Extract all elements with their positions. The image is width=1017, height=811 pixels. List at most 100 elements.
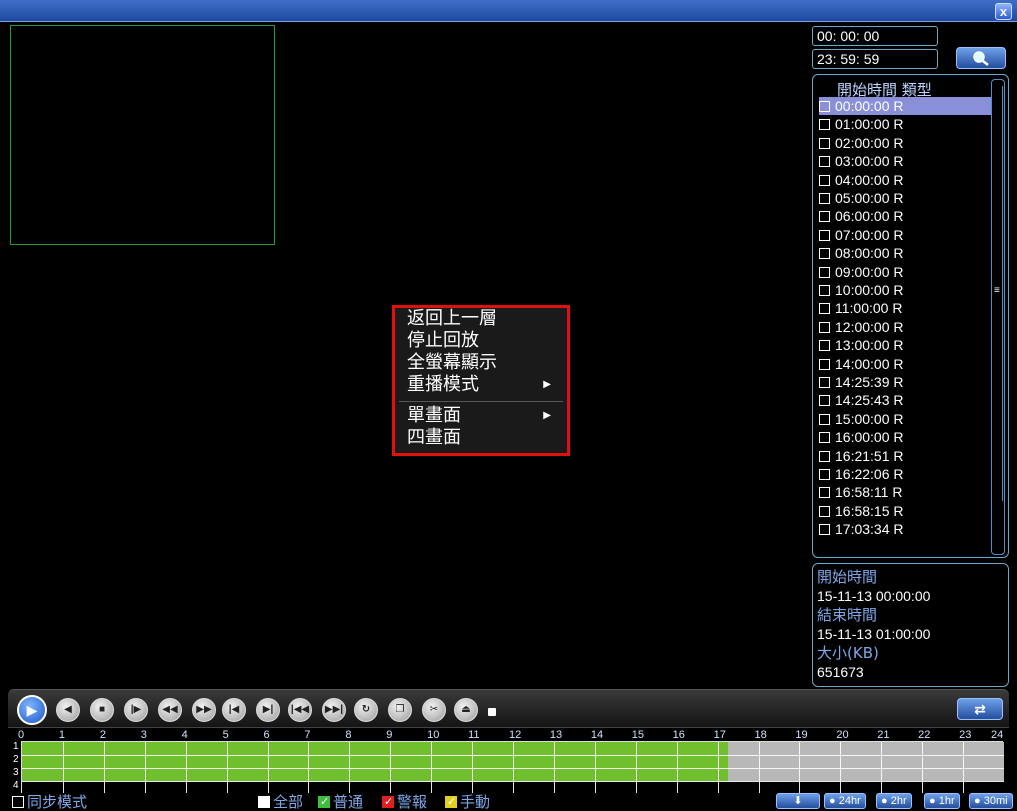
next-file-button[interactable]: ▶▶| bbox=[322, 698, 346, 722]
progress-marker[interactable] bbox=[488, 708, 496, 716]
sync-mode-checkbox[interactable]: 同步模式 bbox=[12, 793, 87, 811]
filter-all-checkbox[interactable] bbox=[258, 793, 270, 811]
end-time-input[interactable]: 23: 59: 59 bbox=[812, 49, 938, 69]
menu-item-stop-playback[interactable]: 停止回放 bbox=[407, 330, 479, 352]
file-list-row[interactable]: 03:00:00 R bbox=[819, 152, 991, 170]
file-row-checkbox[interactable] bbox=[819, 211, 830, 223]
filter-all[interactable]: 全部 bbox=[258, 793, 303, 811]
zoom-1hr-button[interactable]: ● 1hr bbox=[924, 793, 960, 809]
file-list-row[interactable]: 05:00:00 R bbox=[819, 189, 991, 207]
file-list-row[interactable]: 06:00:00 R bbox=[819, 207, 991, 225]
file-list-row[interactable]: 09:00:00 R bbox=[819, 263, 991, 281]
file-row-checkbox[interactable] bbox=[819, 505, 830, 517]
loop-button[interactable]: ↻ bbox=[354, 698, 378, 722]
fast-forward-button[interactable]: ▶▶ bbox=[192, 698, 216, 722]
next-frame-button[interactable]: ▶| bbox=[256, 698, 280, 722]
scroll-grip-icon: ≡ bbox=[994, 285, 1000, 296]
file-list-row[interactable]: 16:21:51 R bbox=[819, 447, 991, 465]
file-row-checkbox[interactable] bbox=[819, 303, 830, 315]
file-list-row[interactable]: 16:00:00 R bbox=[819, 428, 991, 446]
menu-item-replay-mode[interactable]: 重播模式 ▶ bbox=[407, 374, 561, 396]
menu-item-single-view[interactable]: 單畫面 ▶ bbox=[407, 405, 561, 427]
search-button[interactable] bbox=[956, 47, 1006, 69]
refresh-button[interactable]: ⇄ bbox=[957, 698, 1003, 720]
timeline[interactable]: 0 1 2 3 4 5 6 7 8 9 10 11 12 13 14 15 16 17 18 19 20 21 22 23 24… bbox=[8, 727, 1009, 794]
prev-frame-button[interactable]: |◀ bbox=[222, 698, 246, 722]
file-row-checkbox[interactable] bbox=[819, 119, 830, 131]
file-list-scrollbar[interactable]: ≡ bbox=[991, 79, 1005, 555]
timeline-recorded-bar[interactable] bbox=[22, 755, 728, 768]
file-list-row[interactable]: 16:58:15 R bbox=[819, 502, 991, 520]
timeline-recorded-bar[interactable] bbox=[22, 768, 728, 781]
zoom-2hr-button[interactable]: ● 2hr bbox=[876, 793, 912, 809]
file-row-checkbox[interactable] bbox=[819, 340, 830, 352]
file-row-checkbox[interactable] bbox=[819, 266, 830, 278]
filter-alarm-checkbox[interactable] bbox=[382, 793, 394, 811]
clip-button[interactable]: ✂ bbox=[422, 698, 446, 722]
filter-normal-checkbox[interactable] bbox=[318, 793, 330, 811]
zoom-30min-button[interactable]: ● 30mi bbox=[969, 793, 1013, 809]
sync-mode-box[interactable] bbox=[12, 796, 24, 808]
file-row-checkbox[interactable] bbox=[819, 358, 830, 370]
file-row-checkbox[interactable] bbox=[819, 321, 830, 333]
filter-alarm[interactable]: 警報 bbox=[382, 793, 427, 811]
file-list-row[interactable]: 04:00:00 R bbox=[819, 171, 991, 189]
timeline-recorded-bar[interactable] bbox=[22, 742, 728, 755]
filter-manual-checkbox[interactable] bbox=[445, 793, 457, 811]
close-button[interactable]: x bbox=[995, 3, 1012, 20]
title-bar: x bbox=[0, 0, 1017, 22]
file-row-checkbox[interactable] bbox=[819, 101, 830, 112]
file-row-checkbox[interactable] bbox=[819, 487, 830, 499]
filter-manual[interactable]: 手動 bbox=[445, 793, 490, 811]
prev-file-button[interactable]: |◀◀ bbox=[288, 698, 312, 722]
menu-item-quad-view[interactable]: 四畫面 bbox=[407, 427, 461, 449]
file-row-checkbox[interactable] bbox=[819, 156, 830, 168]
file-row-checkbox[interactable] bbox=[819, 469, 830, 480]
slow-reverse-button[interactable]: ◀ bbox=[56, 698, 80, 722]
file-list-row[interactable]: 13:00:00 R bbox=[819, 336, 991, 354]
record-file-list[interactable]: 開始時間 類型 00:00:00 R 01:00:00 R 02:00:00 R 03… bbox=[812, 74, 1009, 558]
file-list-row[interactable]: 11:00:00 R bbox=[819, 299, 991, 317]
file-list-row[interactable]: 12:00:00 R bbox=[819, 318, 991, 336]
file-list-row[interactable]: 16:58:11 R bbox=[819, 483, 991, 501]
rewind-button[interactable]: ◀◀ bbox=[158, 698, 182, 722]
file-row-checkbox[interactable] bbox=[819, 248, 830, 260]
file-row-checkbox[interactable] bbox=[819, 432, 830, 444]
file-list-row[interactable]: 17:03:34 R bbox=[819, 520, 991, 538]
menu-item-back[interactable]: 返回上一層 bbox=[407, 308, 497, 330]
file-list-row[interactable]: 00:00:00 R bbox=[819, 97, 991, 115]
copy-window-button[interactable]: ❐ bbox=[388, 698, 412, 722]
video-channel-frame[interactable] bbox=[10, 25, 275, 245]
timeline-grid[interactable] bbox=[21, 741, 1004, 794]
file-row-checkbox[interactable] bbox=[819, 137, 830, 149]
file-list-row[interactable]: 01:00:00 R bbox=[819, 115, 991, 133]
file-row-checkbox[interactable] bbox=[819, 395, 830, 407]
file-list-row[interactable]: 07:00:00 R bbox=[819, 226, 991, 244]
file-list-row[interactable]: 16:22:06 R bbox=[819, 465, 991, 483]
file-row-checkbox[interactable] bbox=[819, 174, 830, 186]
download-button[interactable]: ⬇ bbox=[776, 793, 820, 809]
file-row-checkbox[interactable] bbox=[819, 524, 830, 536]
file-list-row[interactable]: 14:25:39 R bbox=[819, 373, 991, 391]
file-list-row[interactable]: 15:00:00 R bbox=[819, 410, 991, 428]
file-row-checkbox[interactable] bbox=[819, 450, 830, 462]
start-time-input[interactable]: 00: 00: 00 bbox=[812, 26, 938, 46]
play-button[interactable]: ▶ bbox=[17, 695, 47, 725]
file-row-checkbox[interactable] bbox=[819, 377, 830, 388]
search-icon bbox=[973, 51, 989, 66]
file-list-row[interactable]: 08:00:00 R bbox=[819, 244, 991, 262]
zoom-24hr-button[interactable]: ● 24hr bbox=[824, 793, 866, 809]
step-forward-button[interactable]: |▶ bbox=[124, 698, 148, 722]
file-list-row[interactable]: 14:00:00 R bbox=[819, 355, 991, 373]
filter-normal[interactable]: 普通 bbox=[318, 793, 363, 811]
file-row-checkbox[interactable] bbox=[819, 285, 830, 296]
file-list-row[interactable]: 14:25:43 R bbox=[819, 391, 991, 409]
file-row-checkbox[interactable] bbox=[819, 413, 830, 425]
menu-item-fullscreen[interactable]: 全螢幕顯示 bbox=[407, 352, 497, 374]
file-list-row[interactable]: 02:00:00 R bbox=[819, 134, 991, 152]
file-row-checkbox[interactable] bbox=[819, 193, 830, 204]
stop-button[interactable]: ■ bbox=[90, 698, 114, 722]
file-list-row[interactable]: 10:00:00 R bbox=[819, 281, 991, 299]
file-row-checkbox[interactable] bbox=[819, 229, 830, 241]
backup-button[interactable]: ⏏ bbox=[454, 698, 478, 722]
